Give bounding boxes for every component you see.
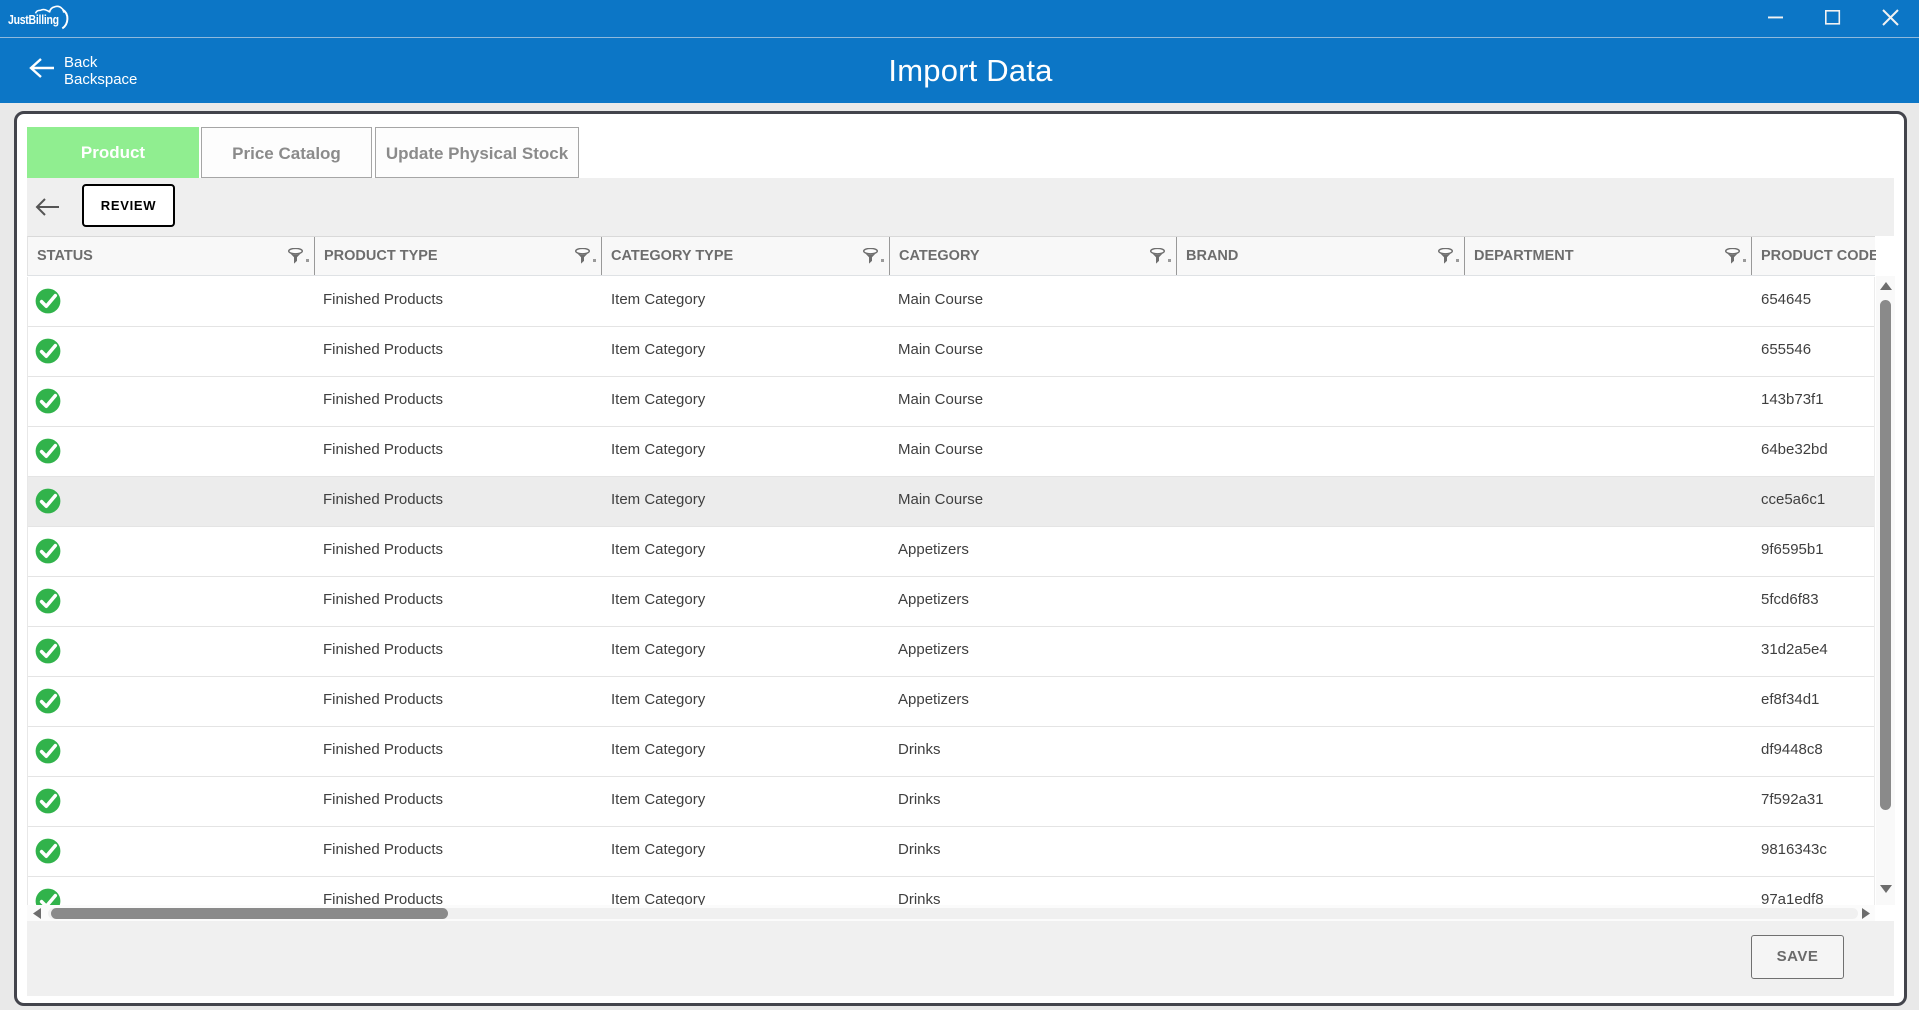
svg-text:JustBilling: JustBilling bbox=[8, 14, 59, 27]
